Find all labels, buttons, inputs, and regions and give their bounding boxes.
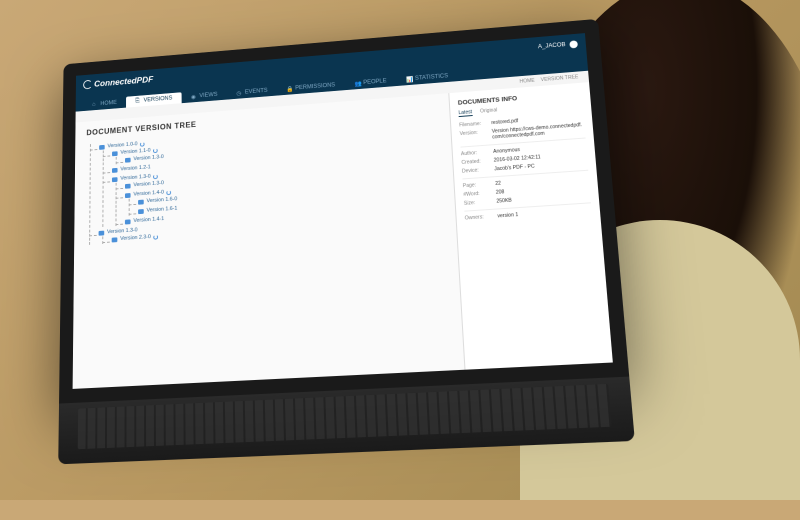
username: A_JACOB — [538, 42, 566, 50]
info-label: Device: — [462, 166, 495, 174]
folder-icon — [125, 183, 131, 188]
folder-icon — [125, 193, 131, 198]
tab-label: VERSIONS — [144, 96, 173, 104]
app-window: ConnectedPDF A_JACOB ⌂HOME ⎘VERSIONS ◉VI… — [73, 33, 613, 389]
brand-logo: ConnectedPDF — [83, 75, 153, 90]
info-value: Jacob's PDF - PC — [494, 164, 535, 173]
versions-icon: ⎘ — [135, 98, 141, 104]
tab-label: HOME — [100, 100, 117, 107]
folder-icon — [125, 157, 131, 162]
subtab-original[interactable]: Original — [480, 107, 498, 115]
folder-icon — [138, 209, 144, 214]
info-value: 208 — [496, 189, 505, 195]
info-label: #Word: — [463, 190, 496, 198]
info-value: version 1 — [497, 212, 518, 219]
info-value: 22 — [495, 181, 501, 187]
user-menu[interactable]: A_JACOB — [538, 40, 578, 51]
tab-label: STATISTICS — [415, 73, 449, 81]
info-value: 250KB — [496, 198, 512, 205]
refresh-icon — [154, 234, 159, 239]
breadcrumb-item[interactable]: HOME — [519, 78, 535, 85]
info-label: Owners: — [465, 213, 498, 221]
tab-label: PEOPLE — [363, 78, 387, 85]
info-value: 2016-03-02 12:42:11 — [494, 154, 541, 163]
refresh-icon — [140, 141, 145, 146]
refresh-icon — [153, 148, 158, 153]
refresh-icon — [167, 190, 172, 195]
folder-icon — [112, 237, 118, 242]
info-label: Version: — [460, 129, 493, 143]
chart-icon: 📊 — [406, 76, 412, 82]
logo-icon — [83, 80, 92, 90]
laptop: ConnectedPDF A_JACOB ⌂HOME ⎘VERSIONS ◉VI… — [58, 19, 635, 464]
screen: ConnectedPDF A_JACOB ⌂HOME ⎘VERSIONS ◉VI… — [59, 19, 629, 404]
info-label: Size: — [464, 199, 497, 207]
info-label: Created: — [461, 158, 494, 166]
events-icon: ◷ — [236, 90, 242, 96]
main-panel: DOCUMENT VERSION TREE Version 1.0-0 Vers… — [73, 93, 465, 389]
folder-icon — [99, 144, 105, 149]
breadcrumb-item: VERSION TREE — [541, 74, 579, 83]
tab-label: VIEWS — [199, 92, 217, 99]
home-icon: ⌂ — [92, 102, 98, 108]
eye-icon: ◉ — [191, 94, 197, 100]
info-label: Filename: — [459, 120, 491, 128]
user-icon — [569, 40, 578, 48]
brand-name: ConnectedPDF — [94, 75, 153, 89]
folder-icon — [138, 199, 144, 204]
folder-icon — [112, 177, 118, 182]
info-value: restored.pdf — [491, 118, 518, 126]
refresh-icon — [153, 174, 158, 179]
folder-icon — [99, 230, 105, 235]
folder-icon — [112, 167, 118, 172]
info-value: Anonymous — [493, 147, 520, 155]
people-icon: 👥 — [354, 81, 360, 87]
tab-label: PERMISSIONS — [295, 83, 335, 92]
info-label: Author: — [461, 149, 494, 157]
subtab-latest[interactable]: Latest — [458, 109, 472, 117]
info-sidebar: DOCUMENTS INFO Latest Original Filename:… — [448, 82, 613, 370]
tab-label: EVENTS — [245, 88, 268, 95]
info-label: Page: — [463, 181, 496, 189]
version-tree: Version 1.0-0 Version 1.1-0 Version 1.3-… — [85, 118, 443, 245]
lock-icon: 🔒 — [287, 86, 293, 92]
folder-icon — [125, 219, 131, 224]
content-area: DOCUMENT VERSION TREE Version 1.0-0 Vers… — [73, 82, 613, 389]
folder-icon — [112, 151, 118, 156]
